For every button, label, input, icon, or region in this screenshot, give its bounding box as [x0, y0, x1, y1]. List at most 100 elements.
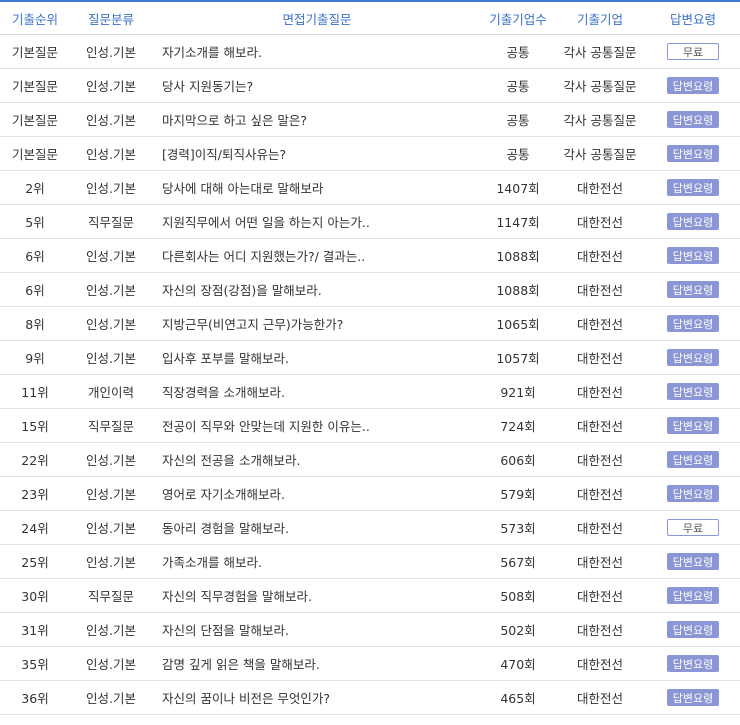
question-cell: [경력]이직/퇴직사유는?: [152, 136, 482, 171]
category-cell: 인성.기본: [70, 136, 152, 171]
rank-cell: 11위: [0, 374, 70, 409]
answer-cell: 답변요령: [646, 306, 740, 341]
company-cell: 대한전선: [554, 442, 646, 477]
answer-tips-button[interactable]: 답변요령: [667, 485, 719, 502]
rank-cell: 6위: [0, 238, 70, 273]
table-row: 35위 인성.기본 감명 깊게 읽은 책을 말해보라. 470회 대한전선 답변요령: [0, 646, 740, 681]
rank-cell: 5위: [0, 204, 70, 239]
count-cell: 공통: [482, 34, 554, 69]
company-cell: 대한전선: [554, 170, 646, 205]
answer-cell: 답변요령: [646, 102, 740, 137]
question-cell: 입사후 포부를 말해보라.: [152, 340, 482, 375]
category-cell: 인성.기본: [70, 680, 152, 715]
category-cell: 인성.기본: [70, 510, 152, 545]
rank-cell: 36위: [0, 680, 70, 715]
answer-tips-button[interactable]: 답변요령: [667, 213, 719, 230]
count-cell: 1407회: [482, 170, 554, 205]
rank-cell: 25위: [0, 544, 70, 579]
header-question: 면접기출질문: [152, 0, 482, 35]
answer-tips-button[interactable]: 답변요령: [667, 655, 719, 672]
answer-tips-button[interactable]: 답변요령: [667, 247, 719, 264]
company-cell: 각사 공통질문: [554, 136, 646, 171]
company-cell: 대한전선: [554, 476, 646, 511]
answer-tips-button[interactable]: 답변요령: [667, 587, 719, 604]
company-cell: 대한전선: [554, 340, 646, 375]
answer-tips-button[interactable]: 답변요령: [667, 689, 719, 706]
answer-tips-button[interactable]: 답변요령: [667, 77, 719, 94]
category-cell: 개인이력: [70, 374, 152, 409]
count-cell: 579회: [482, 476, 554, 511]
category-cell: 인성.기본: [70, 238, 152, 273]
category-cell: 인성.기본: [70, 34, 152, 69]
rank-cell: 23위: [0, 476, 70, 511]
table-row: 24위 인성.기본 동아리 경험을 말해보라. 573회 대한전선 무료: [0, 510, 740, 545]
answer-tips-button[interactable]: 답변요령: [667, 553, 719, 570]
answer-cell: 답변요령: [646, 612, 740, 647]
rank-cell: 6위: [0, 272, 70, 307]
answer-cell: 무료: [646, 34, 740, 69]
table-row: 8위 인성.기본 지방근무(비연고지 근무)가능한가? 1065회 대한전선 답변요령: [0, 306, 740, 341]
question-cell: 자신의 전공을 소개해보라.: [152, 442, 482, 477]
question-cell: 동아리 경험을 말해보라.: [152, 510, 482, 545]
answer-cell: 답변요령: [646, 204, 740, 239]
category-cell: 인성.기본: [70, 476, 152, 511]
answer-tips-button[interactable]: 답변요령: [667, 349, 719, 366]
answer-cell: 답변요령: [646, 374, 740, 409]
table-row: 36위 인성.기본 자신의 꿈이나 비전은 무엇인가? 465회 대한전선 답변요령: [0, 680, 740, 715]
answer-tips-button[interactable]: 답변요령: [667, 281, 719, 298]
category-cell: 직무질문: [70, 578, 152, 613]
company-cell: 대한전선: [554, 646, 646, 681]
answer-tips-button[interactable]: 답변요령: [667, 383, 719, 400]
answer-cell: 답변요령: [646, 646, 740, 681]
answer-tips-button[interactable]: 답변요령: [667, 621, 719, 638]
answer-cell: 답변요령: [646, 68, 740, 103]
answer-cell: 답변요령: [646, 170, 740, 205]
table-row: 6위 인성.기본 다른회사는 어디 지원했는가?/ 결과는.. 1088회 대한전선 답변…: [0, 238, 740, 273]
table-row: 기본질문 인성.기본 [경력]이직/퇴직사유는? 공통 각사 공통질문 답변요령: [0, 136, 740, 171]
free-answer-button[interactable]: 무료: [667, 43, 719, 60]
company-cell: 대한전선: [554, 238, 646, 273]
header-count: 기출기업수: [482, 0, 554, 35]
answer-tips-button[interactable]: 답변요령: [667, 145, 719, 162]
question-cell: 가족소개를 해보라.: [152, 544, 482, 579]
question-cell: 자신의 장점(강점)을 말해보라.: [152, 272, 482, 307]
free-answer-button[interactable]: 무료: [667, 519, 719, 536]
company-cell: 대한전선: [554, 578, 646, 613]
count-cell: 1088회: [482, 272, 554, 307]
count-cell: 508회: [482, 578, 554, 613]
category-cell: 인성.기본: [70, 340, 152, 375]
question-cell: 자신의 단점을 말해보라.: [152, 612, 482, 647]
rank-cell: 31위: [0, 612, 70, 647]
table-row: 22위 인성.기본 자신의 전공을 소개해보라. 606회 대한전선 답변요령: [0, 442, 740, 477]
answer-tips-button[interactable]: 답변요령: [667, 315, 719, 332]
answer-cell: 답변요령: [646, 136, 740, 171]
answer-cell: 답변요령: [646, 408, 740, 443]
interview-question-table: 기출순위 질문분류 면접기출질문 기출기업수 기출기업 답변요령 기본질문 인성.…: [0, 0, 740, 715]
table-row: 기본질문 인성.기본 당사 지원동기는? 공통 각사 공통질문 답변요령: [0, 68, 740, 103]
rank-cell: 9위: [0, 340, 70, 375]
table-body: 기본질문 인성.기본 자기소개를 해보라. 공통 각사 공통질문 무료 기본질문 인성.기본 당…: [0, 34, 740, 715]
count-cell: 공통: [482, 136, 554, 171]
question-cell: 지방근무(비연고지 근무)가능한가?: [152, 306, 482, 341]
answer-tips-button[interactable]: 답변요령: [667, 179, 719, 196]
count-cell: 502회: [482, 612, 554, 647]
header-rank: 기출순위: [0, 0, 70, 35]
question-cell: 자신의 직무경험을 말해보라.: [152, 578, 482, 613]
category-cell: 인성.기본: [70, 170, 152, 205]
category-cell: 인성.기본: [70, 544, 152, 579]
question-cell: 전공이 직무와 안맞는데 지원한 이유는..: [152, 408, 482, 443]
answer-cell: 답변요령: [646, 680, 740, 715]
company-cell: 대한전선: [554, 408, 646, 443]
table-row: 30위 직무질문 자신의 직무경험을 말해보라. 508회 대한전선 답변요령: [0, 578, 740, 613]
table-row: 기본질문 인성.기본 자기소개를 해보라. 공통 각사 공통질문 무료: [0, 34, 740, 69]
category-cell: 인성.기본: [70, 306, 152, 341]
answer-tips-button[interactable]: 답변요령: [667, 417, 719, 434]
answer-tips-button[interactable]: 답변요령: [667, 111, 719, 128]
interview-question-table-wrapper: 기출순위 질문분류 면접기출질문 기출기업수 기출기업 답변요령 기본질문 인성.…: [0, 0, 740, 715]
company-cell: 각사 공통질문: [554, 34, 646, 69]
table-row: 23위 인성.기본 영어로 자기소개해보라. 579회 대한전선 답변요령: [0, 476, 740, 511]
table-row: 31위 인성.기본 자신의 단점을 말해보라. 502회 대한전선 답변요령: [0, 612, 740, 647]
answer-tips-button[interactable]: 답변요령: [667, 451, 719, 468]
rank-cell: 2위: [0, 170, 70, 205]
category-cell: 인성.기본: [70, 272, 152, 307]
